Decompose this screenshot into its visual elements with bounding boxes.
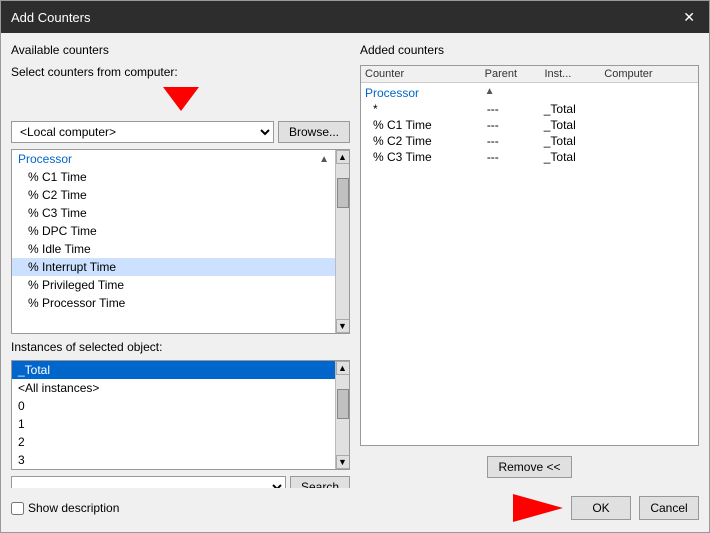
col-inst: Inst...: [544, 68, 604, 80]
row-parent: ---: [487, 102, 544, 116]
inst-scroll-thumb[interactable]: [337, 389, 349, 419]
table-row[interactable]: % C3 Time --- _Total: [365, 149, 694, 165]
row-counter: % C2 Time: [373, 134, 487, 148]
computer-select-wrapper: <Local computer>: [11, 121, 274, 143]
remove-row: Remove <<: [360, 456, 699, 478]
scroll-down-arrow[interactable]: ▼: [336, 319, 350, 333]
cancel-button[interactable]: Cancel: [639, 496, 699, 520]
added-counters-label: Added counters: [360, 43, 699, 57]
available-counters-label: Available counters: [11, 43, 350, 57]
row-inst: _Total: [544, 150, 601, 164]
computer-select[interactable]: <Local computer>: [11, 121, 274, 143]
search-input-wrapper: [11, 476, 286, 488]
table-row[interactable]: % C2 Time --- _Total: [365, 133, 694, 149]
col-counter: Counter: [365, 68, 485, 80]
row-computer: [601, 150, 686, 164]
title-bar: Add Counters ✕: [1, 1, 709, 33]
instance-item-1[interactable]: 1: [12, 415, 335, 433]
table-group-processor: Processor ▲ * --- _Total % C1 Time --- _…: [361, 83, 698, 167]
counter-item[interactable]: % C1 Time: [12, 168, 335, 186]
ok-button[interactable]: OK: [571, 496, 631, 520]
counter-item[interactable]: % DPC Time: [12, 222, 335, 240]
counter-item-interrupt[interactable]: % Interrupt Time: [12, 258, 335, 276]
row-computer: [601, 134, 686, 148]
bottom-bar: Show description OK Cancel: [1, 488, 709, 532]
arrow-right-icon-2: [513, 494, 563, 522]
instance-item-3[interactable]: 3: [12, 451, 335, 469]
row-inst: _Total: [544, 118, 601, 132]
row-parent: ---: [487, 150, 544, 164]
counters-scrollbar[interactable]: ▲ ▼: [335, 150, 349, 333]
group-scroll-icon: ▲: [485, 86, 545, 100]
table-row[interactable]: % C1 Time --- _Total: [365, 117, 694, 133]
left-panel: Available counters Select counters from …: [11, 43, 350, 478]
collapse-icon: ▲: [319, 154, 329, 165]
show-description-label: Show description: [28, 501, 119, 515]
instances-scrollbar[interactable]: ▲ ▼: [335, 361, 349, 469]
scroll-up-arrow[interactable]: ▲: [336, 150, 350, 164]
right-panel: Added counters Counter Parent Inst... Co…: [360, 43, 699, 478]
counter-item-processor[interactable]: % Processor Time: [12, 294, 335, 312]
row-parent: ---: [487, 134, 544, 148]
counter-group-name[interactable]: Processor: [18, 152, 72, 166]
computer-select-row: <Local computer> Browse...: [11, 121, 350, 143]
row-parent: ---: [487, 118, 544, 132]
close-button[interactable]: ✕: [679, 9, 699, 26]
arrow-right-2: [513, 494, 563, 522]
row-counter: % C3 Time: [373, 150, 487, 164]
search-button[interactable]: Search: [290, 476, 350, 488]
instances-list: _Total <All instances> 0 1 2 3 4 5: [12, 361, 335, 469]
group-name[interactable]: Processor: [365, 86, 485, 100]
dialog-title: Add Counters: [11, 10, 91, 25]
instance-item-0[interactable]: 0: [12, 397, 335, 415]
row-computer: [601, 102, 686, 116]
counters-list-container: Processor ▲ % C1 Time % C2 Time % C3 Tim…: [11, 149, 350, 334]
select-computer-label: Select counters from computer:: [11, 65, 350, 79]
table-header: Counter Parent Inst... Computer: [361, 66, 698, 83]
instance-item-all[interactable]: <All instances>: [12, 379, 335, 397]
table-group-header: Processor ▲: [365, 85, 694, 101]
search-select[interactable]: [11, 476, 286, 488]
arrow-down-icon: [163, 87, 199, 111]
row-computer: [601, 118, 686, 132]
row-inst: _Total: [544, 102, 601, 116]
table-row[interactable]: * --- _Total: [365, 101, 694, 117]
ok-with-arrow: OK Cancel: [513, 494, 699, 522]
counters-list: Processor ▲ % C1 Time % C2 Time % C3 Tim…: [12, 150, 335, 333]
added-counters-table: Counter Parent Inst... Computer Processo…: [360, 65, 699, 446]
instances-list-container: _Total <All instances> 0 1 2 3 4 5 ▲ ▼: [11, 360, 350, 470]
row-inst: _Total: [544, 134, 601, 148]
inst-scroll-down[interactable]: ▼: [336, 455, 350, 469]
instance-item-2[interactable]: 2: [12, 433, 335, 451]
search-row: Search: [11, 476, 350, 488]
counter-item-privileged[interactable]: % Privileged Time: [12, 276, 335, 294]
show-description-row: Show description: [11, 501, 119, 515]
add-counters-dialog: Add Counters ✕ Available counters Select…: [0, 0, 710, 533]
browse-button[interactable]: Browse...: [278, 121, 350, 143]
inst-scroll-up[interactable]: ▲: [336, 361, 350, 375]
counter-item[interactable]: % C2 Time: [12, 186, 335, 204]
col-parent: Parent: [485, 68, 545, 80]
instance-item-total[interactable]: _Total: [12, 361, 335, 379]
row-counter: % C1 Time: [373, 118, 487, 132]
dialog-body: Available counters Select counters from …: [1, 33, 709, 488]
arrow-down-indicator: [11, 87, 350, 111]
remove-button[interactable]: Remove <<: [487, 456, 571, 478]
scroll-thumb[interactable]: [337, 178, 349, 208]
col-computer: Computer: [604, 68, 694, 80]
counter-item[interactable]: % C3 Time: [12, 204, 335, 222]
row-counter: *: [373, 102, 487, 116]
instances-label: Instances of selected object:: [11, 340, 350, 354]
counter-item[interactable]: % Idle Time: [12, 240, 335, 258]
counter-group-header: Processor ▲: [12, 150, 335, 168]
show-description-checkbox[interactable]: [11, 502, 24, 515]
